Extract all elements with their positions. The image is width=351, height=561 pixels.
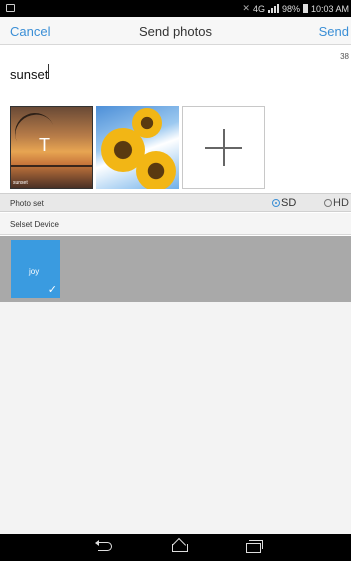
select-device-row: Selset Device — [0, 213, 351, 235]
header: Cancel Send photos Send — [0, 17, 351, 45]
battery-percent: 98% — [281, 3, 300, 14]
photo-thumbnail-sunset[interactable]: T sunset — [10, 106, 93, 189]
device-tile-joy[interactable]: joy ✓ — [11, 240, 60, 298]
recent-apps-icon[interactable] — [246, 540, 264, 553]
sd-radio[interactable]: SD — [272, 197, 296, 209]
battery-icon — [302, 4, 308, 13]
device-list: joy ✓ — [0, 236, 351, 302]
status-time: 10:03 AM — [310, 3, 349, 14]
status-bar: ✕ 4G 98% 10:03 AM — [0, 0, 351, 17]
sunflower-graphic — [132, 108, 162, 138]
text-caret — [48, 64, 49, 79]
mute-icon: ✕ — [242, 3, 250, 13]
radio-selected-icon — [272, 199, 280, 207]
checkmark-icon: ✓ — [47, 284, 57, 296]
palm-graphic — [11, 107, 62, 160]
character-count: 38 — [340, 52, 349, 61]
hd-radio[interactable]: HD — [324, 197, 349, 209]
photo-strip: T sunset — [10, 106, 265, 189]
overlay-letter: T — [39, 135, 50, 155]
sunflower-graphic — [136, 151, 176, 189]
page-title: Send photos — [138, 24, 212, 39]
radio-unselected-icon — [324, 199, 332, 207]
sd-label: SD — [281, 197, 297, 209]
photo-set-label: Photo set — [10, 199, 44, 208]
select-device-label: Selset Device — [10, 220, 59, 229]
navigation-bar — [0, 534, 351, 561]
status-icons: ✕ 4G 98% 10:03 AM — [242, 3, 349, 14]
notification-icon — [6, 4, 15, 12]
device-name: joy — [29, 267, 40, 276]
thumbnail-label: sunset — [13, 180, 28, 186]
empty-content-area — [0, 302, 351, 534]
home-icon[interactable] — [170, 540, 190, 553]
send-button[interactable]: Send — [319, 24, 349, 39]
network-type: 4G — [252, 3, 265, 14]
photo-thumbnail-sunflowers[interactable] — [96, 106, 179, 189]
horizon-graphic — [11, 165, 92, 167]
hd-label: HD — [333, 197, 349, 209]
photo-set-row: Photo set SD HD — [0, 193, 351, 212]
back-icon[interactable] — [95, 540, 113, 552]
add-photo-button[interactable] — [182, 106, 265, 189]
signal-icon — [267, 4, 279, 13]
caption-input[interactable] — [10, 63, 330, 85]
